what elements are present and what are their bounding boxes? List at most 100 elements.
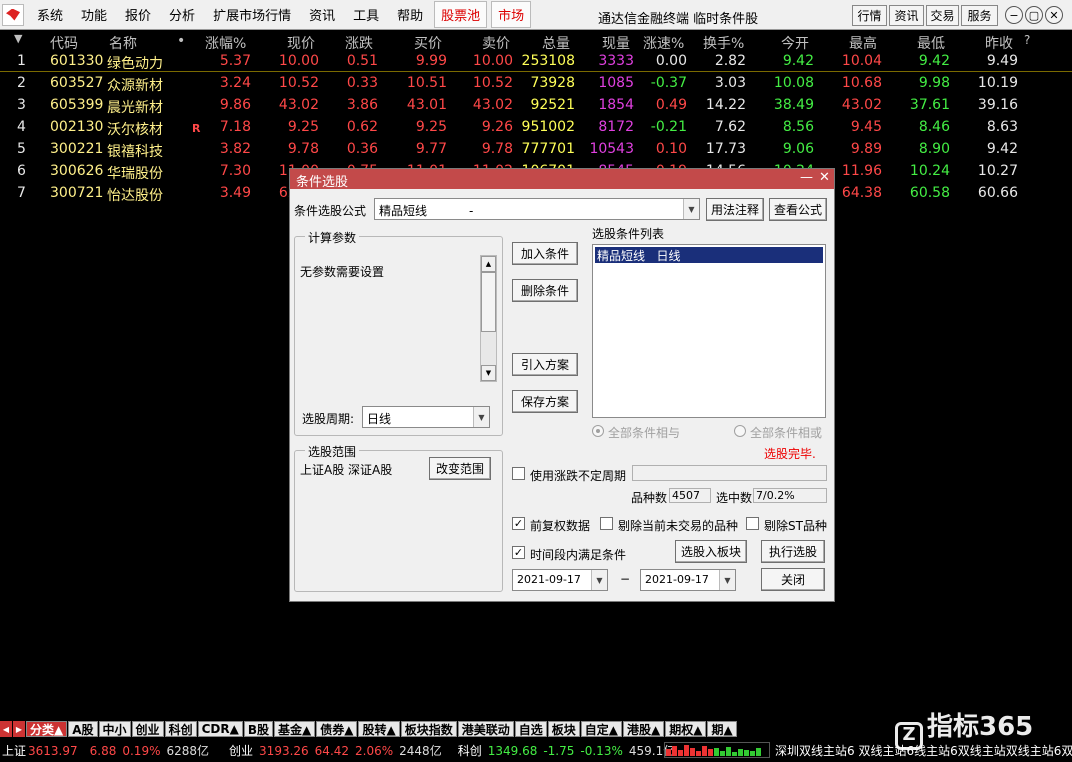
- app-logo-icon[interactable]: [2, 3, 24, 26]
- tab-17[interactable]: 期▲: [707, 721, 737, 737]
- tab-4[interactable]: 科创: [164, 721, 197, 737]
- trade-button[interactable]: 交易: [926, 5, 959, 26]
- date-separator: −: [620, 572, 631, 586]
- table-row[interactable]: 5 300221 银禧科技 3.82 9.78 0.36 9.77 9.78 777701 105…: [0, 138, 1072, 160]
- tab-11[interactable]: 港美联动: [457, 721, 514, 737]
- cell-zdi: 8.46: [918, 119, 950, 135]
- tab-9[interactable]: 股转▲: [358, 721, 400, 737]
- sort-arrow-icon[interactable]: ▼: [14, 32, 22, 45]
- menu-system[interactable]: 系统: [28, 5, 72, 24]
- table-row[interactable]: 3 605399 晨光新材 9.86 43.02 3.86 43.01 43.02 92521 1…: [0, 94, 1072, 116]
- chevron-down-icon[interactable]: ▼: [683, 199, 699, 219]
- tab-16[interactable]: 期权▲: [665, 721, 707, 737]
- tab-8[interactable]: 债券▲: [316, 721, 358, 737]
- news-button[interactable]: 资讯: [889, 5, 924, 26]
- volatile-period-checkbox[interactable]: [512, 467, 525, 480]
- tab-next-icon[interactable]: ▶: [13, 721, 25, 737]
- menu-stock-pool[interactable]: 股票池: [434, 1, 488, 28]
- dialog-minimize-icon[interactable]: —: [800, 170, 813, 185]
- chevron-down-icon[interactable]: ▼: [473, 407, 489, 427]
- chevron-down-icon[interactable]: ▼: [719, 570, 735, 590]
- scroll-down-icon[interactable]: ▼: [481, 365, 496, 381]
- formula-label: 条件选股公式: [294, 204, 367, 218]
- date-from-select[interactable]: 2021-09-17 ▼: [512, 569, 608, 591]
- period-select[interactable]: 日线 ▼: [362, 406, 490, 428]
- menu-analysis[interactable]: 分析: [160, 5, 204, 24]
- scroll-up-icon[interactable]: ▲: [481, 256, 496, 272]
- add-condition-button[interactable]: 加入条件: [512, 242, 578, 265]
- table-row[interactable]: 1 601330 绿色动力 5.37 10.00 0.51 9.99 10.00 253108 3…: [0, 50, 1072, 72]
- menu-info[interactable]: 资讯: [300, 5, 344, 24]
- chevron-down-icon[interactable]: ▼: [591, 570, 607, 590]
- date-to-value: 2021-09-17: [645, 573, 709, 586]
- service-button[interactable]: 服务: [961, 5, 998, 26]
- add-to-block-button[interactable]: 选股入板块: [675, 540, 747, 563]
- cell-zs2: 60.66: [977, 185, 1018, 201]
- cell-name: 晨光新材: [107, 100, 163, 116]
- maximize-icon[interactable]: ▢: [1025, 6, 1043, 24]
- date-to-select[interactable]: 2021-09-17 ▼: [640, 569, 736, 591]
- execute-select-button[interactable]: 执行选股: [761, 540, 825, 563]
- close-icon[interactable]: ✕: [1045, 6, 1063, 24]
- tab-prev-icon[interactable]: ◀: [0, 721, 12, 737]
- import-scheme-button[interactable]: 引入方案: [512, 353, 578, 376]
- pre-rights-label: 前复权数据: [530, 519, 591, 533]
- tab-13[interactable]: 板块: [547, 721, 580, 737]
- st-checkbox[interactable]: [746, 517, 759, 530]
- table-row[interactable]: 4 002130 沃尔核材 R 7.18 9.25 0.62 9.25 9.26 951002 81…: [0, 116, 1072, 138]
- menu-market[interactable]: 市场: [491, 1, 532, 28]
- in-period-checkbox[interactable]: ✓: [512, 546, 525, 559]
- condition-list-title: 选股条件列表: [592, 227, 665, 241]
- cell-code: 002130: [50, 119, 104, 135]
- count-label: 品种数: [631, 491, 668, 505]
- tab-7[interactable]: 基金▲: [273, 721, 316, 737]
- tab-2[interactable]: 中小: [98, 721, 131, 737]
- radio-and[interactable]: [592, 425, 604, 437]
- menu-help[interactable]: 帮助: [388, 5, 432, 24]
- cell-mj: 10.51: [406, 75, 447, 91]
- scroll-thumb[interactable]: [481, 272, 496, 332]
- menu-function[interactable]: 功能: [72, 5, 116, 24]
- dialog-close-icon[interactable]: ✕: [819, 170, 830, 185]
- cy-value[interactable]: 3193.26: [259, 744, 309, 758]
- cell-code: 300626: [50, 163, 104, 179]
- save-scheme-button[interactable]: 保存方案: [512, 390, 578, 413]
- formula-select[interactable]: 精品短线 - ▼: [374, 198, 700, 220]
- market-breadth-bars[interactable]: [664, 742, 770, 758]
- view-formula-button[interactable]: 查看公式: [769, 198, 827, 221]
- menu-tools[interactable]: 工具: [344, 5, 388, 24]
- cell-zl: 92521: [530, 97, 575, 113]
- sh-value[interactable]: 3613.97: [28, 744, 78, 758]
- tab-3[interactable]: 创业: [131, 721, 164, 737]
- menu-quote[interactable]: 报价: [116, 5, 160, 24]
- tab-12[interactable]: 自选: [514, 721, 547, 737]
- tab-5[interactable]: CDR▲: [197, 721, 243, 737]
- tab-0[interactable]: 分类▲: [26, 721, 68, 737]
- param-scrollbar[interactable]: ▲ ▼: [480, 255, 497, 382]
- radio-or[interactable]: [734, 425, 746, 437]
- table-row[interactable]: 2 603527 众源新材 3.24 10.52 0.33 10.51 10.52 73928 1…: [0, 72, 1072, 94]
- cell-zd: 0.36: [346, 141, 378, 157]
- watermark-logo: Z 指标365: [895, 706, 1033, 750]
- market-button[interactable]: 行情: [852, 5, 887, 26]
- dialog-title-bar[interactable]: 条件选股 — ✕: [290, 169, 834, 190]
- list-item[interactable]: 精品短线 日线: [595, 247, 823, 263]
- delete-condition-button[interactable]: 删除条件: [512, 279, 578, 302]
- change-range-button[interactable]: 改变范围: [429, 457, 491, 480]
- tab-10[interactable]: 板块指数: [400, 721, 457, 737]
- tab-15[interactable]: 港股▲: [622, 721, 665, 737]
- usage-notes-button[interactable]: 用法注释: [706, 198, 764, 221]
- col-help-icon[interactable]: ?: [1024, 33, 1030, 47]
- tab-1[interactable]: A股: [68, 721, 98, 737]
- untraded-checkbox[interactable]: [600, 517, 613, 530]
- cy-label: 创业: [229, 744, 254, 758]
- pre-rights-checkbox[interactable]: ✓: [512, 517, 525, 530]
- condition-list[interactable]: 精品短线 日线: [592, 244, 826, 418]
- close-button[interactable]: 关闭: [761, 568, 825, 591]
- col-mark[interactable]: •: [177, 33, 185, 49]
- kc-value[interactable]: 1349.68: [488, 744, 538, 758]
- tab-6[interactable]: B股: [243, 721, 273, 737]
- menu-extended-market[interactable]: 扩展市场行情: [204, 5, 300, 24]
- minimize-icon[interactable]: −: [1005, 6, 1023, 24]
- tab-14[interactable]: 自定▲: [580, 721, 622, 737]
